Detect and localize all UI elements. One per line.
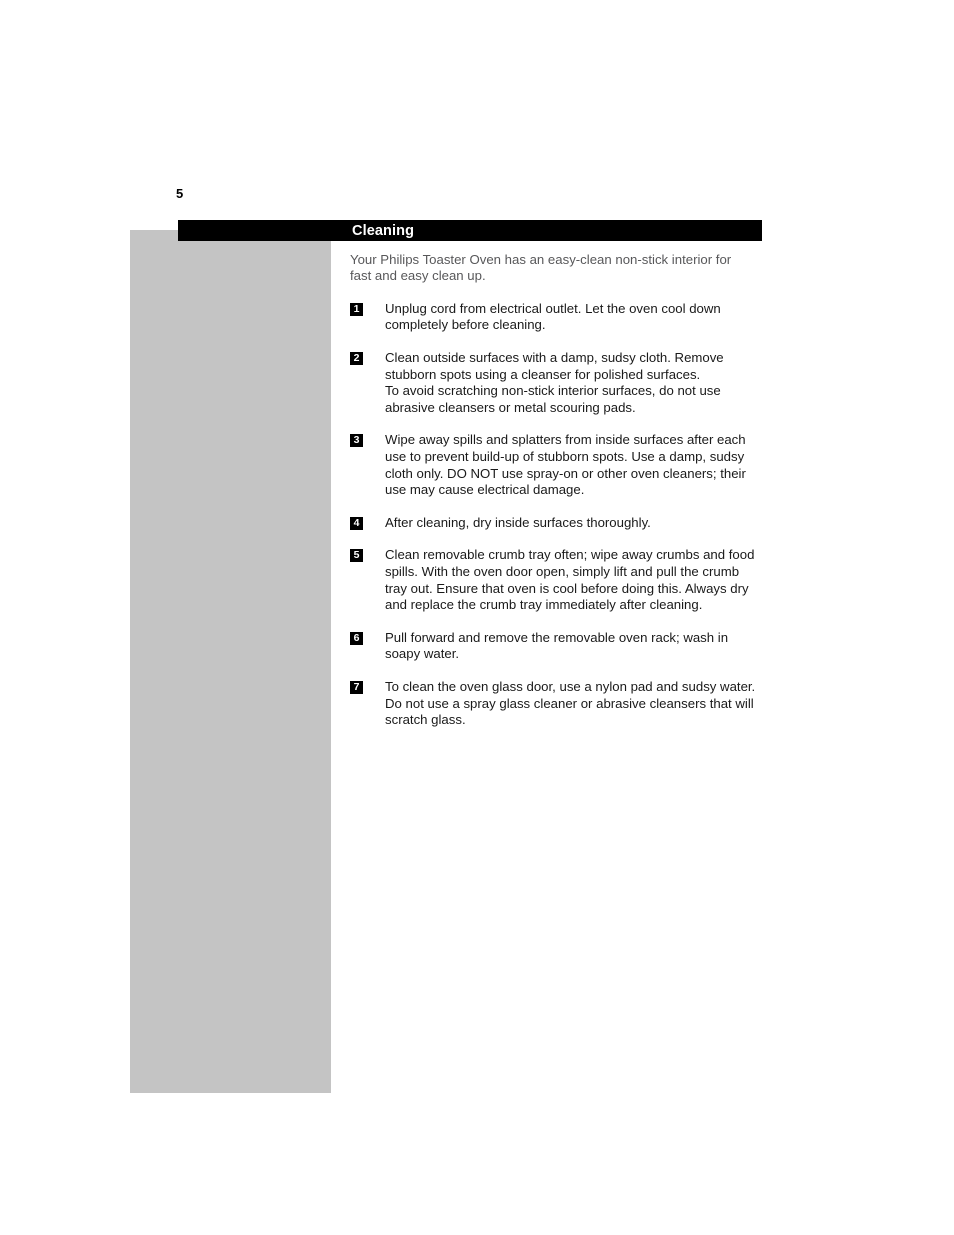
step-text: Unplug cord from electrical outlet. Let … — [385, 300, 721, 333]
list-item: 7 To clean the oven glass door, use a ny… — [350, 679, 762, 729]
content-column: Your Philips Toaster Oven has an easy-cl… — [350, 252, 762, 729]
section-title: Cleaning — [352, 223, 415, 239]
step-number-badge: 6 — [350, 631, 363, 645]
cleaning-steps-list: 1 Unplug cord from electrical outlet. Le… — [350, 301, 762, 729]
left-gray-panel — [130, 230, 331, 1093]
document-page: 5 Cleaning Your Philips Toaster Oven has… — [0, 0, 954, 1235]
step-text: To clean the oven glass door, use a nylo… — [385, 678, 756, 728]
list-item: 3 Wipe away spills and splatters from in… — [350, 432, 762, 498]
step-text: Clean removable crumb tray often; wipe a… — [385, 547, 755, 613]
section-header-bar: Cleaning — [178, 220, 762, 241]
step-text: Pull forward and remove the removable ov… — [385, 629, 729, 662]
step-text: Clean outside surfaces with a damp, suds… — [385, 350, 724, 415]
step-number-badge: 4 — [350, 516, 363, 530]
list-item: 2 Clean outside surfaces with a damp, su… — [350, 350, 762, 416]
list-item: 5 Clean removable crumb tray often; wipe… — [350, 547, 762, 613]
list-item: 4 After cleaning, dry inside surfaces th… — [350, 515, 762, 532]
step-number-badge: 7 — [350, 680, 363, 694]
list-item: 6 Pull forward and remove the removable … — [350, 630, 762, 663]
page-number: 5 — [176, 186, 184, 201]
intro-paragraph: Your Philips Toaster Oven has an easy-cl… — [350, 252, 732, 284]
step-number-badge: 3 — [350, 434, 363, 448]
step-number-badge: 2 — [350, 352, 363, 365]
list-item: 1 Unplug cord from electrical outlet. Le… — [350, 301, 762, 334]
step-number-badge: 1 — [350, 302, 363, 316]
step-text: Wipe away spills and splatters from insi… — [385, 432, 746, 498]
step-text: After cleaning, dry inside surfaces thor… — [385, 514, 651, 530]
step-number-badge: 5 — [350, 549, 363, 563]
